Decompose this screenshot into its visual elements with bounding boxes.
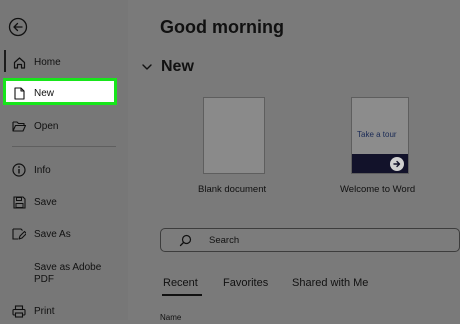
sidebar-item-save-as[interactable]: Save As: [0, 221, 128, 247]
sidebar-divider: [12, 146, 116, 147]
new-document-icon: [12, 86, 26, 100]
backstage-sidebar: Home New Open Info Save Save As Save as …: [0, 0, 128, 320]
sidebar-item-label: Print: [34, 305, 55, 317]
home-icon: [12, 55, 26, 69]
search-placeholder: Search: [209, 235, 240, 246]
blank-document-thumbnail[interactable]: [203, 97, 265, 174]
save-as-icon: [12, 227, 26, 241]
section-title: New: [161, 58, 194, 75]
template-caption-blank[interactable]: Blank document: [198, 184, 266, 195]
welcome-to-word-thumbnail[interactable]: Take a tour: [351, 97, 409, 174]
tab-favorites[interactable]: Favorites: [223, 277, 268, 289]
sidebar-item-print[interactable]: Print: [0, 298, 128, 324]
sidebar-item-label: Save As: [34, 228, 71, 240]
tab-recent[interactable]: Recent: [163, 277, 198, 289]
back-button[interactable]: [8, 17, 28, 37]
sidebar-item-label: Save: [34, 196, 57, 208]
sidebar-item-open[interactable]: Open: [0, 113, 128, 139]
sidebar-item-label: New: [34, 87, 55, 99]
active-tab-underline: [162, 294, 202, 296]
back-arrow-icon: [8, 17, 28, 37]
sidebar-item-info[interactable]: Info: [0, 157, 128, 183]
template-caption-welcome[interactable]: Welcome to Word: [340, 184, 415, 195]
main-panel: Good morning New Blank document Take a t…: [128, 0, 460, 322]
tab-shared-with-me[interactable]: Shared with Me: [292, 277, 368, 289]
print-icon: [12, 304, 26, 318]
sidebar-item-label: Save as Adobe PDF: [34, 262, 102, 285]
search-input[interactable]: Search: [160, 228, 460, 252]
thumbnail-text: Take a tour: [357, 130, 397, 139]
chevron-down-icon: [142, 64, 152, 70]
sidebar-item-save[interactable]: Save: [0, 189, 128, 215]
new-section-header[interactable]: New: [142, 57, 194, 77]
sidebar-item-home[interactable]: Home: [0, 49, 128, 75]
folder-open-icon: [12, 119, 26, 133]
sidebar-item-new[interactable]: New: [0, 80, 128, 106]
sidebar-item-save-as-adobe-pdf[interactable]: Save as Adobe PDF: [34, 262, 101, 286]
search-icon: [179, 234, 192, 252]
page-title: Good morning: [160, 17, 284, 37]
info-icon: [12, 163, 26, 177]
sidebar-item-label: Open: [34, 120, 59, 132]
list-header-name[interactable]: Name: [160, 313, 181, 322]
save-icon: [12, 195, 26, 209]
sidebar-item-label: Info: [34, 164, 51, 176]
arrow-right-icon: [390, 157, 404, 171]
sidebar-item-label: Home: [34, 56, 61, 68]
